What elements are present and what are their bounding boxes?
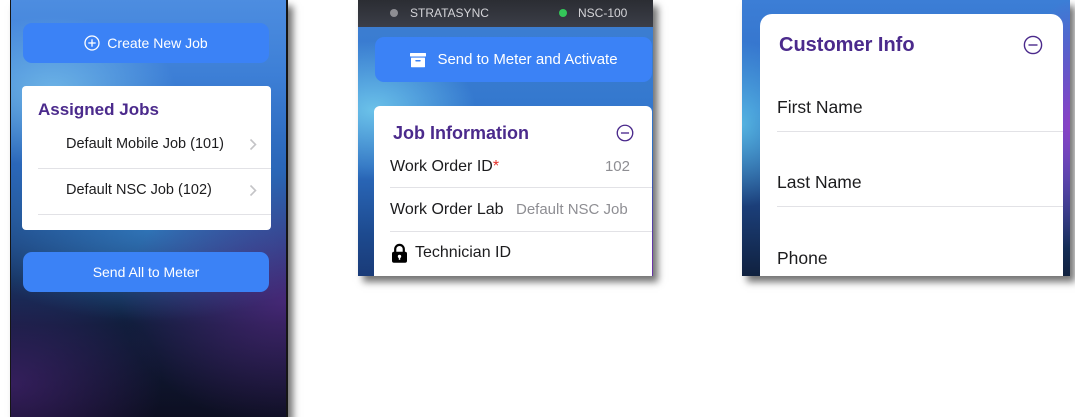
assigned-jobs-title: Assigned Jobs	[38, 100, 159, 119]
work-order-id-label: Work Order ID*	[390, 148, 499, 186]
work-order-id-value: 102	[604, 158, 630, 175]
work-order-id-field[interactable]: Work Order ID* 102	[374, 148, 652, 186]
archive-box-icon	[409, 52, 427, 68]
required-mark: *	[492, 158, 500, 175]
customer-info-title: Customer Info	[779, 34, 915, 56]
send-to-meter-and-activate-label: Send to Meter and Activate	[437, 51, 618, 68]
customer-info-screen: Customer Info First Name Last Name Phone	[742, 0, 1070, 276]
job-label: Default Mobile Job (101)	[66, 136, 224, 152]
phone-label: Phone	[777, 248, 828, 268]
customer-info-card: Customer Info First Name Last Name Phone	[760, 14, 1063, 276]
minus-circle-icon[interactable]	[616, 124, 634, 142]
work-order-label-label: Work Order Lab	[390, 201, 504, 218]
technician-id-field[interactable]: Technician ID	[374, 234, 652, 272]
lock-icon	[391, 243, 408, 268]
connection-indicator-dot	[559, 9, 567, 17]
last-name-label: Last Name	[777, 172, 862, 192]
job-label: Default NSC Job (102)	[66, 182, 212, 198]
work-order-label-value[interactable]: Default NSC Job	[516, 191, 628, 229]
phone-field[interactable]: Phone	[760, 240, 1063, 276]
job-list-item[interactable]: Default Mobile Job (101)	[22, 126, 271, 162]
technician-id-label: Technician ID	[415, 244, 512, 261]
assigned-jobs-card: Assigned Jobs Default Mobile Job (101) D…	[22, 86, 271, 230]
work-order-label-field[interactable]: Work Order Lab Default NSC Job	[374, 191, 652, 229]
divider	[777, 206, 1063, 207]
last-name-field[interactable]: Last Name	[760, 164, 1063, 200]
divider	[777, 131, 1063, 132]
create-new-job-label: Create New Job	[107, 35, 208, 51]
job-information-screen: STRATASYNC NSC-100 Send to Meter and Act…	[358, 0, 653, 276]
status-app-name: STRATASYNC	[410, 6, 489, 20]
divider	[38, 168, 271, 169]
send-to-meter-and-activate-button[interactable]: Send to Meter and Activate	[375, 37, 652, 82]
create-new-job-button[interactable]: Create New Job	[23, 23, 269, 63]
send-all-to-meter-button[interactable]: Send All to Meter	[23, 252, 269, 292]
status-device-name: NSC-100	[578, 6, 628, 20]
job-information-title: Job Information	[393, 123, 529, 143]
jobs-screen: Create New Job Assigned Jobs Default Mob…	[10, 0, 288, 417]
status-bar: STRATASYNC NSC-100	[358, 0, 653, 27]
divider	[38, 214, 271, 215]
send-all-to-meter-label: Send All to Meter	[92, 264, 200, 280]
job-list-item[interactable]: Default NSC Job (102)	[22, 172, 271, 208]
minus-circle-icon[interactable]	[1023, 35, 1043, 55]
divider	[390, 231, 652, 232]
field-label-text: Work Order ID	[390, 158, 493, 175]
status-indicator-dot	[390, 9, 398, 17]
job-information-card: Job Information Work Order ID* 102 Work …	[374, 106, 652, 276]
first-name-field[interactable]: First Name	[760, 89, 1063, 125]
first-name-label: First Name	[777, 97, 863, 117]
plus-circle-icon	[84, 35, 100, 51]
chevron-right-icon	[249, 138, 257, 151]
divider	[390, 187, 652, 188]
chevron-right-icon	[249, 184, 257, 197]
